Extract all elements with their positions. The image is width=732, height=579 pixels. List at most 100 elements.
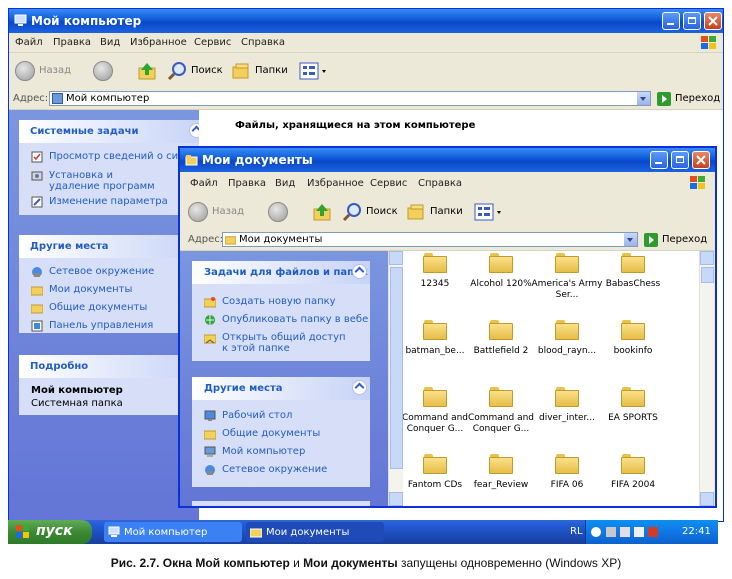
windows-flag-icon: [16, 525, 29, 538]
scroll-up-button[interactable]: [700, 251, 714, 265]
menu-help[interactable]: Справка: [418, 178, 462, 189]
folder-icon: [204, 430, 216, 440]
panel-header[interactable]: Задачи для файлов и папок: [192, 261, 370, 284]
taskbar-my-documents[interactable]: Мои документы: [246, 522, 384, 542]
menu-file[interactable]: Файл: [190, 178, 218, 189]
close-button[interactable]: [704, 12, 722, 30]
scroll-up-button[interactable]: [389, 251, 403, 265]
collapse-chevron-icon[interactable]: [352, 264, 367, 279]
folder-icon: [555, 320, 579, 340]
menu-file[interactable]: Файл: [15, 37, 43, 48]
maximize-button[interactable]: [683, 12, 701, 30]
menu-favorites[interactable]: Избранное: [130, 37, 187, 48]
details-name: Мой компьютер: [31, 385, 123, 396]
folder-item[interactable]: Battlefield 2: [463, 320, 539, 374]
folder-icon: [225, 236, 236, 245]
search-button[interactable]: Поиск: [167, 61, 223, 83]
menubar: Файл Правка Вид Избранное Сервис Справка: [9, 33, 723, 53]
scroll-thumb[interactable]: [390, 267, 403, 469]
desktop-icon: [204, 410, 216, 421]
minimize-button[interactable]: [650, 151, 668, 169]
folder-icon: [621, 387, 645, 407]
folder-icon: [423, 253, 447, 273]
toolbar: Назад Поиск Папки: [180, 194, 715, 231]
address-input[interactable]: Мой компьютер: [49, 91, 651, 106]
folder-icon: [489, 387, 513, 407]
folder-item[interactable]: Alcohol 120%: [463, 253, 539, 307]
computer-icon: [204, 446, 216, 457]
folder-item[interactable]: FIFA 2004: [595, 454, 671, 506]
start-button[interactable]: пуск: [8, 520, 92, 544]
my-computer-titlebar[interactable]: Мой компьютер: [9, 9, 723, 33]
folder-item[interactable]: BabasChess: [595, 253, 671, 307]
scroll-down-button[interactable]: [700, 492, 714, 506]
panel-header[interactable]: Другие места: [192, 377, 370, 400]
back-button[interactable]: Назад: [188, 202, 258, 224]
up-folder-icon[interactable]: [137, 61, 157, 81]
views-icon: [299, 62, 326, 80]
window-title: Мои документы: [202, 153, 313, 167]
menu-view[interactable]: Вид: [275, 178, 295, 189]
scroll-thumb[interactable]: [701, 267, 714, 283]
folder-item[interactable]: Command and Conquer G...: [463, 387, 539, 441]
folder-item[interactable]: diver_inter...: [529, 387, 605, 441]
menu-tools[interactable]: Сервис: [370, 178, 407, 189]
search-button[interactable]: Поиск: [342, 202, 398, 224]
go-button[interactable]: Переход: [644, 232, 708, 248]
system-tray: RL 22:41: [570, 520, 718, 544]
folder-icon: [555, 454, 579, 474]
folder-name: blood_rayn...: [537, 346, 597, 356]
folders-icon: [232, 63, 249, 79]
folder-item[interactable]: fear_Review: [463, 454, 539, 506]
go-button[interactable]: Переход: [657, 91, 721, 107]
maximize-button[interactable]: [671, 151, 689, 169]
toolbar: Назад Поиск Папки: [9, 53, 723, 90]
folder-item[interactable]: blood_rayn...: [529, 320, 605, 374]
file-list-scrollbar[interactable]: [699, 251, 714, 506]
address-input[interactable]: Мои документы: [222, 232, 638, 247]
taskbar-my-computer[interactable]: Мой компьютер: [104, 522, 242, 542]
minimize-button[interactable]: [662, 12, 680, 30]
menu-edit[interactable]: Правка: [53, 37, 91, 48]
back-button[interactable]: Назад: [15, 61, 85, 83]
scroll-down-button[interactable]: [389, 492, 403, 506]
folder-item[interactable]: bookinfo: [595, 320, 671, 374]
folder-icon: [621, 253, 645, 273]
system-info-icon: [31, 151, 43, 163]
go-arrow-icon: [657, 92, 671, 106]
close-button[interactable]: [692, 151, 710, 169]
menubar: Файл Правка Вид Избранное Сервис Справка: [180, 172, 715, 195]
views-button[interactable]: [299, 61, 329, 83]
forward-button[interactable]: [93, 61, 125, 83]
menu-favorites[interactable]: Избранное: [307, 178, 364, 189]
language-indicator[interactable]: RL: [570, 526, 583, 537]
file-list: 12345 Alcohol 120% America's Army Ser... Ba…: [403, 251, 699, 506]
folders-button[interactable]: Папки: [406, 202, 466, 224]
task-pane-scrollbar[interactable]: [388, 251, 403, 506]
forward-button[interactable]: [268, 202, 300, 224]
views-icon: [474, 203, 501, 221]
collapse-chevron-icon[interactable]: [352, 380, 367, 395]
panel-header[interactable]: Системные задачи: [19, 120, 207, 143]
folders-button[interactable]: Папки: [231, 61, 291, 83]
window-title: Мой компьютер: [31, 14, 142, 28]
menu-tools[interactable]: Сервис: [194, 37, 231, 48]
my-documents-titlebar[interactable]: Мои документы: [180, 148, 715, 172]
windows-logo-icon: [690, 176, 705, 189]
views-button[interactable]: [474, 202, 504, 224]
menu-view[interactable]: Вид: [100, 37, 120, 48]
folder-item[interactable]: EA SPORTS: [595, 387, 671, 441]
network-icon: [205, 465, 215, 475]
address-bar: Адрес: Мой компьютер Переход: [9, 89, 723, 110]
search-icon: [342, 203, 361, 222]
up-folder-icon[interactable]: [312, 202, 332, 222]
folder-item[interactable]: FIFA 06: [529, 454, 605, 506]
forward-arrow-icon: [93, 61, 113, 81]
folder-name: FIFA 06: [550, 480, 584, 490]
menu-help[interactable]: Справка: [241, 37, 285, 48]
address-dropdown-button[interactable]: [624, 233, 637, 246]
web-publish-icon: [205, 315, 215, 325]
menu-edit[interactable]: Правка: [228, 178, 266, 189]
address-dropdown-button[interactable]: [637, 92, 650, 105]
folder-item[interactable]: America's Army Ser...: [529, 253, 605, 307]
